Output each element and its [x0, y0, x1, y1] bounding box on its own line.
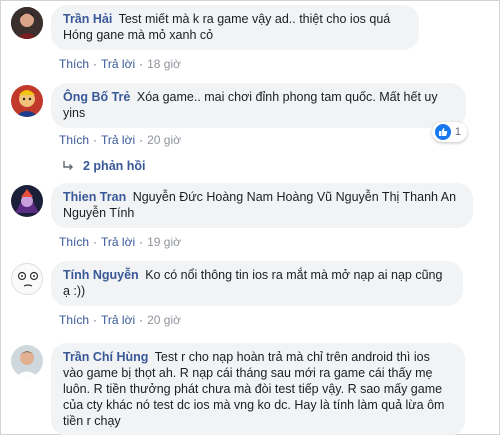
- comment-text: Test miết mà k ra game vậy ad.. thiệt ch…: [63, 12, 391, 42]
- comment-author[interactable]: Trần Hải: [63, 12, 112, 26]
- replies-count-label[interactable]: 2 phản hồi: [83, 159, 146, 173]
- reply-link[interactable]: Trả lời: [101, 235, 135, 249]
- comment-actions: Thích · Trả lời · 20 giờ: [59, 133, 181, 147]
- reply-link[interactable]: Trả lời: [101, 57, 135, 71]
- user-avatar-icon: [11, 85, 43, 117]
- comment-author[interactable]: Thien Tran: [63, 190, 126, 204]
- comment-section: Trần Hải Test miết mà k ra game vậy ad..…: [0, 0, 500, 435]
- comment-timestamp[interactable]: 18 giờ: [147, 57, 181, 71]
- comment-bubble: Trần Chí Hùng Test r cho nạp hoàn trả mà…: [51, 343, 465, 435]
- reply-arrow-icon: [63, 161, 73, 170]
- comment-item: Trần Chí Hùng Test r cho nạp hoàn trả mà…: [11, 343, 491, 435]
- user-avatar-icon: [11, 7, 43, 39]
- like-link[interactable]: Thích: [59, 57, 89, 71]
- comment-actions: Thích · Trả lời · 19 giờ: [59, 235, 181, 249]
- like-link[interactable]: Thích: [59, 133, 89, 147]
- user-avatar-icon: [11, 345, 43, 377]
- avatar[interactable]: [11, 185, 43, 217]
- comment-timestamp[interactable]: 20 giờ: [147, 313, 181, 327]
- like-link[interactable]: Thích: [59, 235, 89, 249]
- comment-author[interactable]: Tính Nguyễn: [63, 268, 139, 282]
- comment-bubble: Tính Nguyễn Ko có nổi thông tin ios ra m…: [51, 261, 463, 306]
- comment-timestamp[interactable]: 20 giờ: [147, 133, 181, 147]
- comment-bubble: Thien Tran Nguyễn Đức Hoàng Nam Hoàng Vũ…: [51, 183, 473, 228]
- avatar[interactable]: [11, 263, 43, 295]
- comment-author[interactable]: Ông Bố Trẻ: [63, 90, 130, 104]
- avatar[interactable]: [11, 345, 43, 377]
- user-avatar-icon: [17, 271, 39, 287]
- reply-link[interactable]: Trả lời: [101, 133, 135, 147]
- comment-bubble: Trần Hải Test miết mà k ra game vậy ad..…: [51, 5, 419, 50]
- avatar[interactable]: [11, 85, 43, 117]
- reaction-count: 1: [454, 126, 461, 138]
- comment-actions: Thích · Trả lời · 20 giờ: [59, 313, 181, 327]
- comment-actions: Thích · Trả lời · 18 giờ: [59, 57, 181, 71]
- avatar[interactable]: [11, 7, 43, 39]
- user-avatar-icon: [11, 185, 43, 217]
- comment-item: Ông Bố Trẻ Xóa game.. mai chơi đỉnh phon…: [11, 83, 491, 153]
- comment-timestamp[interactable]: 19 giờ: [147, 235, 181, 249]
- view-replies-link[interactable]: 2 phản hồi: [61, 159, 146, 173]
- reaction-summary[interactable]: 1: [431, 122, 467, 142]
- like-reaction-icon: [434, 124, 451, 140]
- like-link[interactable]: Thích: [59, 313, 89, 327]
- comment-author[interactable]: Trần Chí Hùng: [63, 350, 148, 364]
- comment-item: Tính Nguyễn Ko có nổi thông tin ios ra m…: [11, 261, 491, 331]
- reply-link[interactable]: Trả lời: [101, 313, 135, 327]
- comment-item: Thien Tran Nguyễn Đức Hoàng Nam Hoàng Vũ…: [11, 183, 491, 253]
- comment-item: Trần Hải Test miết mà k ra game vậy ad..…: [11, 5, 491, 71]
- comment-bubble: Ông Bố Trẻ Xóa game.. mai chơi đỉnh phon…: [51, 83, 466, 128]
